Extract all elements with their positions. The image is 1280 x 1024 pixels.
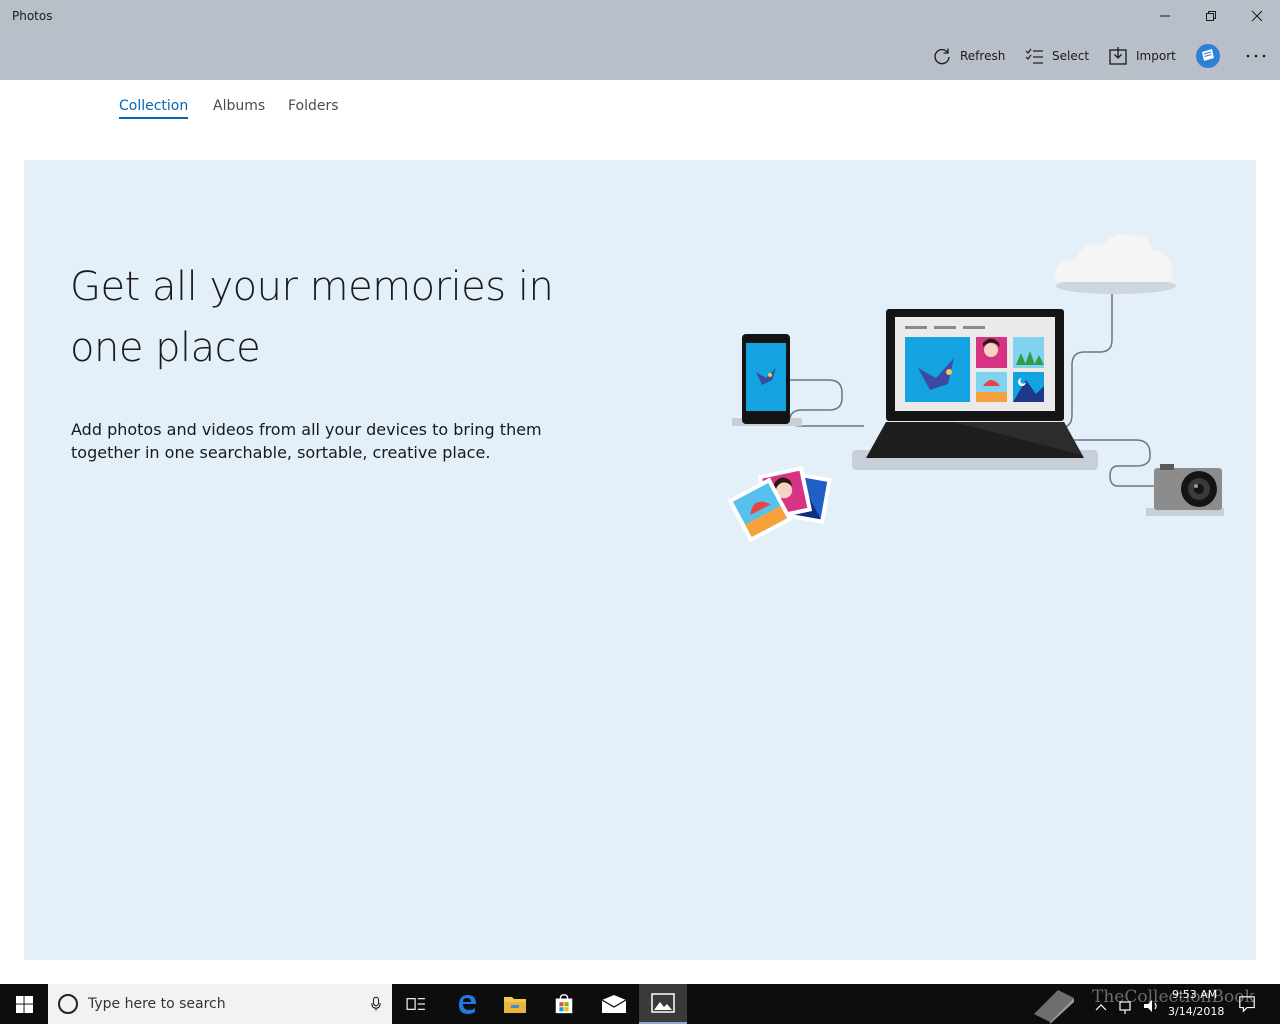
photo-stack-icon — [727, 465, 832, 543]
taskbar-search-box[interactable]: Type here to search — [48, 984, 392, 1024]
photos-icon — [651, 993, 675, 1013]
mail-icon — [601, 995, 627, 1013]
microphone-icon[interactable] — [360, 996, 392, 1012]
import-icon — [1106, 44, 1130, 68]
store-icon — [555, 994, 573, 1014]
more-options-button[interactable] — [1244, 40, 1268, 72]
close-button[interactable] — [1234, 0, 1280, 32]
import-button[interactable]: Import — [1106, 40, 1176, 72]
hero-description: Add photos and videos from all your devi… — [71, 420, 542, 462]
restore-icon — [1206, 11, 1216, 21]
story-remix-icon — [1196, 44, 1220, 68]
import-label: Import — [1136, 49, 1176, 63]
refresh-button[interactable]: Refresh — [930, 40, 1005, 72]
start-button[interactable] — [0, 984, 48, 1024]
tab-folders[interactable]: Folders — [288, 98, 339, 117]
tab-albums[interactable]: Albums — [213, 98, 265, 117]
more-icon — [1246, 54, 1266, 58]
taskbar: Type here to search TheCollectionBook 9:… — [0, 984, 1280, 1024]
hero-heading: Get all your memories in one place — [70, 264, 554, 371]
minimize-button[interactable] — [1142, 0, 1188, 32]
minimize-icon — [1160, 15, 1170, 17]
edge-icon — [459, 995, 476, 1014]
taskbar-photos[interactable] — [639, 984, 687, 1024]
cortana-icon — [58, 994, 78, 1014]
windows-icon — [15, 995, 33, 1013]
taskbar-mail[interactable] — [590, 984, 638, 1024]
refresh-label: Refresh — [960, 49, 1006, 63]
clock-date[interactable]: 3/14/2018 — [1168, 1005, 1224, 1018]
select-label: Select — [1052, 49, 1090, 63]
clock-time[interactable]: 9:53 AM — [1172, 988, 1217, 1001]
cloud-icon — [1054, 234, 1176, 294]
notification-icon[interactable] — [1238, 995, 1256, 1013]
title-bar: Photos Refresh Select Import — [0, 0, 1280, 80]
welcome-panel: Get all your memories in one place Add p… — [24, 160, 1256, 960]
restore-button[interactable] — [1188, 0, 1234, 32]
book-icon — [1034, 990, 1074, 1024]
refresh-icon — [930, 44, 954, 68]
devices-illustration — [727, 234, 1224, 543]
search-placeholder: Type here to search — [88, 996, 226, 1012]
task-view-icon — [406, 998, 425, 1010]
taskbar-edge[interactable] — [443, 984, 491, 1024]
select-button[interactable]: Select — [1022, 40, 1089, 72]
task-view-button[interactable] — [392, 984, 440, 1024]
taskbar-store[interactable] — [540, 984, 588, 1024]
select-icon — [1022, 44, 1046, 68]
tab-collection[interactable]: Collection — [119, 98, 189, 119]
app-title: Photos — [12, 9, 53, 23]
close-icon — [1251, 10, 1263, 22]
camera-icon — [1146, 464, 1224, 516]
laptop-icon — [852, 309, 1098, 470]
taskbar-file-explorer[interactable] — [491, 984, 539, 1024]
file-explorer-icon — [504, 997, 526, 1013]
story-remix-button[interactable] — [1194, 40, 1222, 72]
